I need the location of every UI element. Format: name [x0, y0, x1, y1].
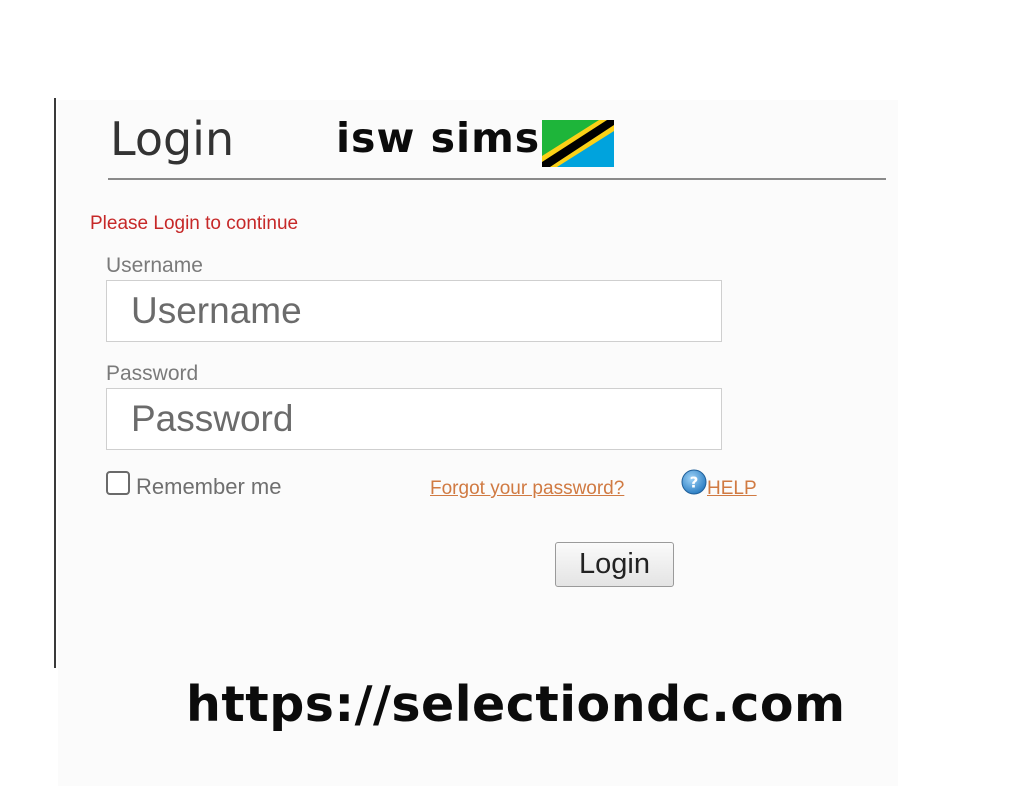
login-message: Please Login to continue — [90, 213, 299, 234]
brand-name: isw sims — [336, 114, 541, 162]
username-label: Username — [106, 254, 203, 277]
help-link[interactable]: HELP — [707, 478, 757, 500]
left-border-line — [54, 98, 56, 668]
remember-me-checkbox[interactable] — [106, 471, 130, 495]
login-button[interactable]: Login — [555, 542, 674, 587]
page-title: Login — [110, 112, 235, 166]
title-divider — [108, 178, 886, 180]
username-input[interactable] — [106, 280, 722, 342]
question-circle-icon[interactable]: ? — [681, 469, 707, 495]
password-input[interactable] — [106, 388, 722, 450]
password-label: Password — [106, 362, 199, 385]
forgot-password-link[interactable]: Forgot your password? — [430, 478, 624, 500]
remember-me-label[interactable]: Remember me — [136, 474, 281, 500]
website-url: https://selectiondc.com — [186, 676, 846, 733]
tanzania-flag-icon — [542, 120, 614, 167]
svg-text:?: ? — [690, 474, 699, 492]
